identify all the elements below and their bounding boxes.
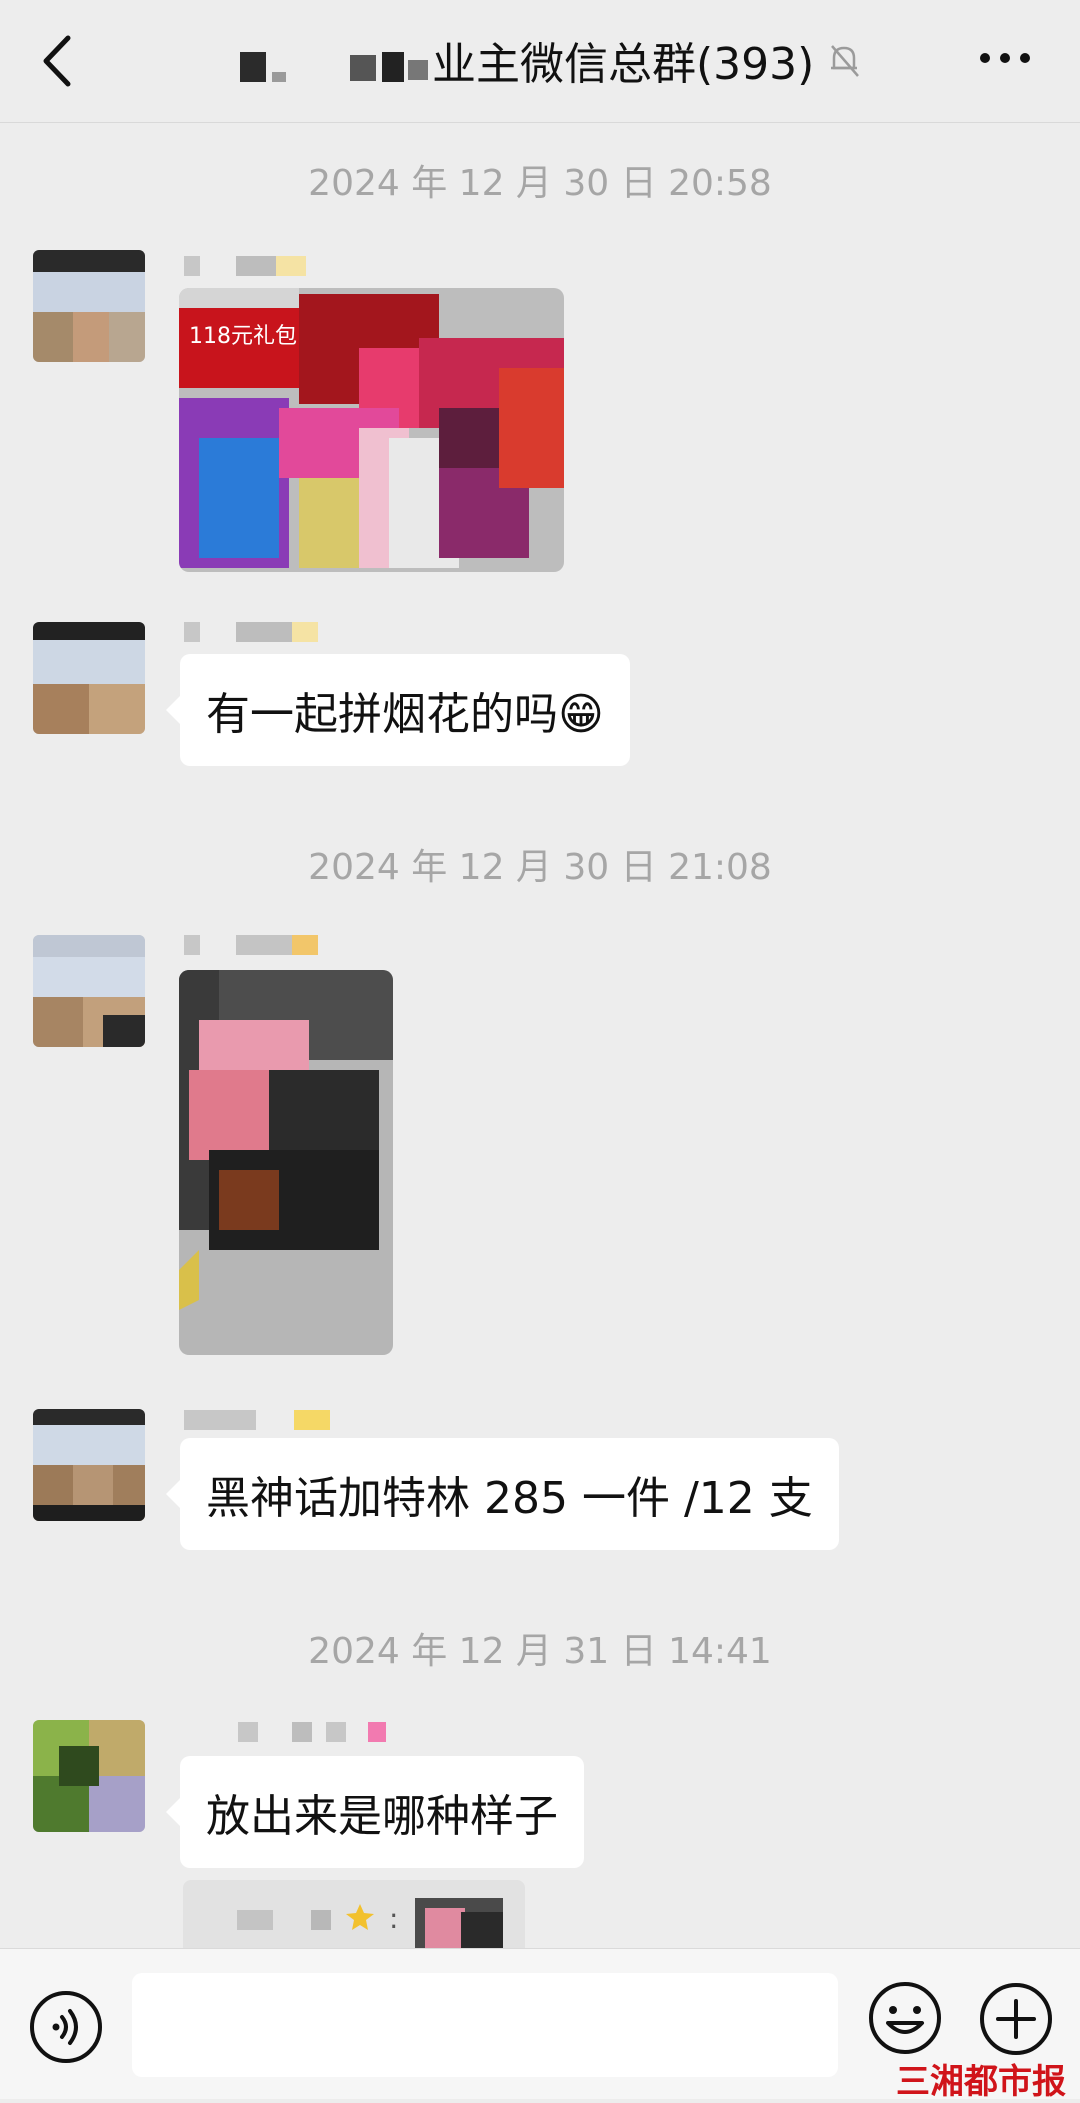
message-bubble[interactable]: 有一起拼烟花的吗😁 xyxy=(166,654,630,766)
star-icon xyxy=(346,1904,374,1930)
message-input[interactable] xyxy=(132,1973,838,2077)
avatar[interactable] xyxy=(33,1720,145,1832)
more-actions-button[interactable] xyxy=(978,1981,1054,2057)
message-timestamp: 2024 年 12 月 30 日 21:08 xyxy=(308,847,772,888)
voice-button[interactable] xyxy=(28,1989,104,2065)
message-timestamp: 2024 年 12 月 31 日 14:41 xyxy=(308,1631,772,1672)
redacted-text xyxy=(272,72,286,82)
message-timestamp: 2024 年 12 月 30 日 20:58 xyxy=(308,163,772,204)
chat-title: 业主微信总群(393) xyxy=(432,39,815,90)
emoji-icon xyxy=(869,1982,941,2054)
avatar[interactable] xyxy=(33,622,145,734)
bell-off-icon xyxy=(831,45,860,77)
redacted-text xyxy=(350,55,376,81)
plus-icon xyxy=(980,1983,1052,2055)
more-button[interactable] xyxy=(975,38,1035,78)
avatar[interactable] xyxy=(33,250,145,362)
quote-separator: : xyxy=(389,1902,399,1935)
image-message[interactable]: 118元礼包 xyxy=(179,288,564,572)
voice-icon xyxy=(30,1991,102,2063)
emoji-button[interactable] xyxy=(866,1979,944,2057)
quoted-message-preview[interactable]: : xyxy=(183,1880,525,1956)
chevron-left-icon xyxy=(43,35,71,87)
redacted-text xyxy=(382,52,404,82)
avatar[interactable] xyxy=(33,935,145,1047)
chat-header: 业主微信总群(393) xyxy=(0,0,1080,123)
redacted-text xyxy=(408,60,428,80)
more-dots-icon xyxy=(980,53,1030,63)
image-message[interactable] xyxy=(179,970,393,1355)
redacted-text xyxy=(240,52,266,82)
message-bubble[interactable]: 放出来是哪种样子 xyxy=(166,1756,584,1868)
chat-title-area: 业主微信总群(393) xyxy=(240,30,864,90)
photo-caption: 118元礼包 xyxy=(189,324,297,349)
avatar[interactable] xyxy=(33,1409,145,1521)
watermark-logo: 三湘都市报 xyxy=(896,2062,1066,2102)
message-bubble[interactable]: 黑神话加特林 285 一件 /12 支 xyxy=(166,1438,839,1550)
back-button[interactable] xyxy=(30,26,90,96)
fireworks-boxes-photo xyxy=(179,970,393,1355)
